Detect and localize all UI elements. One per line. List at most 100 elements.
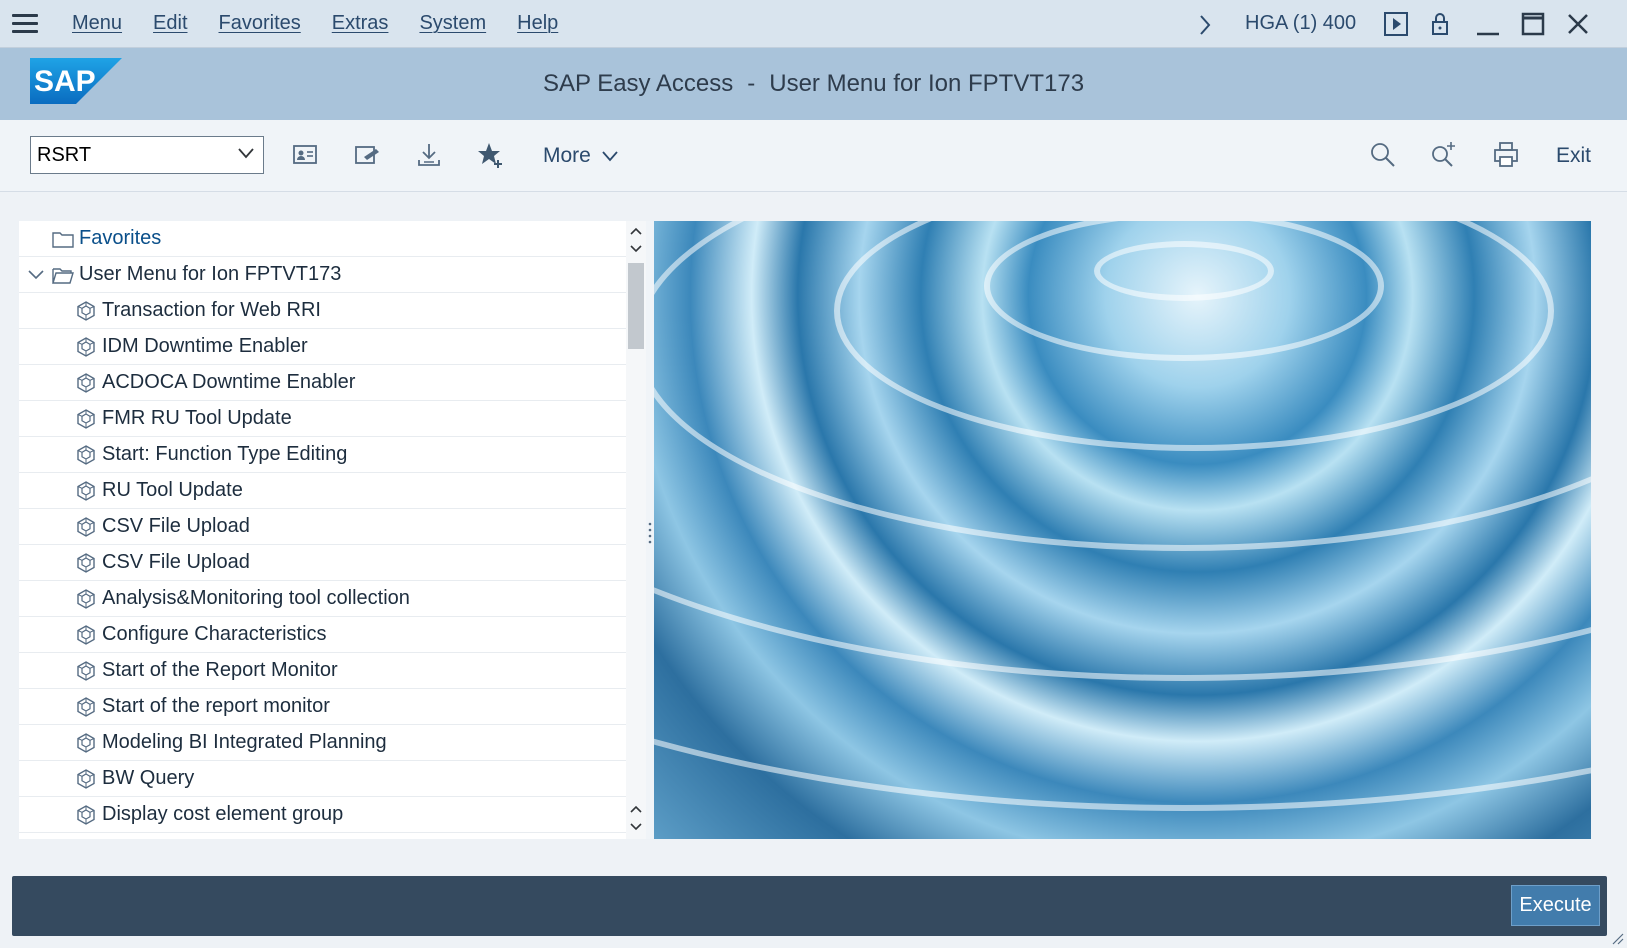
panel-splitter[interactable] xyxy=(646,221,654,839)
tree-node-label: Configure Characteristics xyxy=(102,623,327,645)
menu-menu[interactable]: Menu xyxy=(72,12,122,35)
tree-node-label: ACDOCA Downtime Enabler xyxy=(102,371,356,393)
menu-help[interactable]: Help xyxy=(517,12,558,35)
tree-node-transaction[interactable]: RU Tool Update xyxy=(19,473,626,509)
tree-node-transaction[interactable]: CSV File Upload xyxy=(19,509,626,545)
menu-bar: Menu Edit Favorites Extras System Help H… xyxy=(0,0,1627,48)
download-icon[interactable] xyxy=(414,140,444,170)
more-button[interactable]: More xyxy=(543,144,619,168)
title-app-name: SAP Easy Access xyxy=(542,70,734,97)
lock-icon[interactable] xyxy=(1426,10,1454,38)
tree-node-user-menu[interactable]: User Menu for Ion FPTVT173 xyxy=(19,257,626,293)
transaction-cube-icon xyxy=(77,481,95,501)
scroll-down-bottom-icon[interactable] xyxy=(629,819,643,833)
transaction-cube-icon xyxy=(77,445,95,465)
transaction-cube-icon xyxy=(77,409,95,429)
tree-node-label: Transaction for Web RRI xyxy=(102,299,321,321)
scroll-up-bottom-icon[interactable] xyxy=(629,803,643,817)
tree-list: Favorites User Menu for Ion FPTVT173 Tra… xyxy=(19,221,626,839)
close-icon[interactable] xyxy=(1564,10,1592,38)
transaction-cube-icon xyxy=(77,733,95,753)
tree-node-transaction[interactable]: FMR RU Tool Update xyxy=(19,401,626,437)
expand-chevron-down-icon[interactable] xyxy=(27,266,45,284)
tree-node-label: RU Tool Update xyxy=(102,479,243,501)
exit-button[interactable]: Exit xyxy=(1556,144,1591,168)
menu-tree: Favorites User Menu for Ion FPTVT173 Tra… xyxy=(19,221,646,839)
more-chevron-down-icon xyxy=(602,151,618,162)
search-icon[interactable] xyxy=(1368,140,1398,170)
tree-node-transaction[interactable]: IDM Downtime Enabler xyxy=(19,329,626,365)
tree-node-transaction[interactable]: CSV File Upload xyxy=(19,545,626,581)
scroll-up-icon[interactable] xyxy=(629,225,643,239)
tree-node-label: Display cost element group xyxy=(102,803,344,825)
tree-node-label: User Menu for Ion FPTVT173 xyxy=(79,263,342,285)
title-separator: - xyxy=(747,70,756,97)
tree-node-transaction[interactable]: ACDOCA Downtime Enabler xyxy=(19,365,626,401)
tree-node-label: Favorites xyxy=(79,227,162,249)
tree-node-transaction[interactable]: Start of the Report Monitor xyxy=(19,653,626,689)
user-profile-icon[interactable] xyxy=(290,140,320,170)
tree-node-label: CSV File Upload xyxy=(102,551,250,573)
transaction-cube-icon xyxy=(77,373,95,393)
transaction-cube-icon xyxy=(77,625,95,645)
maximize-icon[interactable] xyxy=(1519,10,1547,38)
tree-node-label: Modeling BI Integrated Planning xyxy=(102,731,387,753)
edit-menu-icon[interactable] xyxy=(352,140,382,170)
tree-node-label: BW Query xyxy=(102,767,195,789)
menu-items: Menu Edit Favorites Extras System Help xyxy=(72,12,589,35)
water-ripple-image xyxy=(654,221,1591,839)
transaction-cube-icon xyxy=(77,301,95,321)
tree-node-label: Analysis&Monitoring tool collection xyxy=(102,587,410,609)
system-info[interactable]: HGA (1) 400 xyxy=(1245,12,1356,35)
tree-node-label: FMR RU Tool Update xyxy=(102,407,292,429)
open-folder-icon xyxy=(52,268,74,284)
tree-node-label: Start of the Report Monitor xyxy=(102,659,338,681)
menu-favorites[interactable]: Favorites xyxy=(219,12,301,35)
menu-edit[interactable]: Edit xyxy=(153,12,187,35)
chevron-right-icon[interactable] xyxy=(1198,14,1212,36)
chevron-down-icon[interactable] xyxy=(237,147,255,159)
tree-scrollbar[interactable] xyxy=(626,221,646,839)
menu-system[interactable]: System xyxy=(419,12,486,35)
transaction-cube-icon xyxy=(77,769,95,789)
tree-node-transaction[interactable]: Modeling BI Integrated Planning xyxy=(19,725,626,761)
transaction-cube-icon xyxy=(77,517,95,537)
search-more-icon[interactable] xyxy=(1428,140,1458,170)
command-input[interactable] xyxy=(37,143,227,167)
transaction-cube-icon xyxy=(77,805,95,825)
scroll-thumb[interactable] xyxy=(628,263,644,349)
command-field[interactable] xyxy=(30,136,264,174)
execute-button[interactable]: Execute xyxy=(1511,885,1600,926)
add-favorite-icon[interactable] xyxy=(476,140,506,170)
status-bar xyxy=(12,876,1607,936)
transaction-cube-icon xyxy=(77,553,95,573)
more-label: More xyxy=(543,144,591,167)
tree-node-transaction[interactable]: Start: Function Type Editing xyxy=(19,437,626,473)
splitter-grip-icon xyxy=(648,522,652,544)
resize-grip-icon[interactable] xyxy=(1610,931,1624,945)
title-menu-name: User Menu for Ion FPTVT173 xyxy=(769,70,1085,97)
tree-node-transaction[interactable]: Display cost element group xyxy=(19,797,626,833)
menu-extras[interactable]: Extras xyxy=(332,12,389,35)
ripple-ring xyxy=(654,221,1591,839)
transaction-cube-icon xyxy=(77,589,95,609)
play-icon[interactable] xyxy=(1382,10,1410,38)
hamburger-menu-icon[interactable] xyxy=(12,14,38,34)
tree-node-label: Start of the report monitor xyxy=(102,695,330,717)
tree-node-transaction[interactable]: Analysis&Monitoring tool collection xyxy=(19,581,626,617)
transaction-cube-icon xyxy=(77,697,95,717)
tree-node-transaction[interactable]: Configure Characteristics xyxy=(19,617,626,653)
transaction-cube-icon xyxy=(77,337,95,357)
scroll-down-icon[interactable] xyxy=(629,241,643,255)
tree-node-label: Start: Function Type Editing xyxy=(102,443,348,465)
page-title: SAP Easy Access - User Menu for Ion FPTVT1… xyxy=(0,70,1627,98)
tree-node-favorites[interactable]: Favorites xyxy=(19,221,626,257)
tree-node-transaction[interactable]: Start of the report monitor xyxy=(19,689,626,725)
tree-node-transaction[interactable]: Transaction for Web RRI xyxy=(19,293,626,329)
print-icon[interactable] xyxy=(1491,140,1521,170)
minimize-icon[interactable] xyxy=(1474,10,1502,38)
tree-node-label: IDM Downtime Enabler xyxy=(102,335,308,357)
transaction-cube-icon xyxy=(77,661,95,681)
toolbar: More Exit xyxy=(0,120,1627,192)
tree-node-transaction[interactable]: BW Query xyxy=(19,761,626,797)
